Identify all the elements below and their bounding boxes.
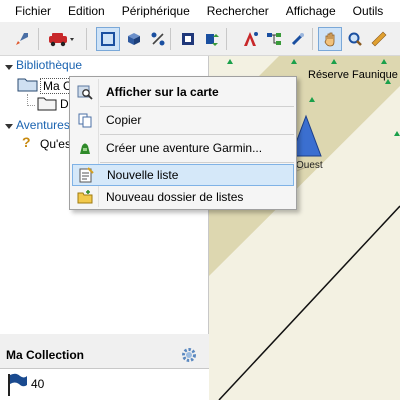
collection-title: Ma Collection	[6, 348, 85, 362]
folder-open-icon	[17, 78, 38, 92]
tree-library-label[interactable]: Bibliothèque	[16, 58, 82, 72]
question-icon: ?	[22, 134, 31, 150]
menu-bar: Fichier Edition Périphérique Rechercher …	[0, 0, 400, 22]
panel-splitter[interactable]	[0, 334, 209, 342]
context-menu: Afficher sur la carte Copier Créer une a…	[69, 76, 297, 210]
percent-icon[interactable]	[146, 27, 170, 51]
menu-item-create-adventure[interactable]: Créer une aventure Garmin...	[72, 137, 294, 159]
map-marker-label: Ouest	[296, 160, 323, 171]
folder-icon	[37, 97, 57, 111]
rocket-icon[interactable]	[10, 27, 34, 51]
menu-item-new-list[interactable]: Nouvelle liste	[72, 164, 294, 186]
vehicle-icon[interactable]	[46, 27, 76, 51]
hand-pan-icon[interactable]	[318, 27, 342, 51]
menu-item-show-on-map[interactable]: Afficher sur la carte	[72, 81, 294, 103]
flag-icon	[8, 373, 27, 396]
pen-route-icon[interactable]	[238, 27, 262, 51]
tree-adventures-label[interactable]: Aventures	[16, 118, 70, 132]
toolbar	[0, 22, 400, 56]
select-area-icon[interactable]	[176, 27, 200, 51]
tree-network-icon[interactable]	[262, 27, 286, 51]
tag-icon[interactable]	[286, 27, 310, 51]
tree-folder-label[interactable]: D	[60, 97, 69, 111]
menu-tools[interactable]: Outils	[344, 0, 392, 22]
copy-icon	[72, 109, 98, 131]
collection-count: 40	[31, 377, 45, 391]
ruler-icon[interactable]	[367, 27, 391, 51]
menu-file[interactable]: Fichier	[0, 0, 59, 22]
menu-search[interactable]: Rechercher	[198, 0, 277, 22]
garmin-adventure-icon	[72, 137, 98, 159]
cube-icon[interactable]	[122, 27, 146, 51]
new-list-icon	[73, 164, 99, 186]
map-place-label: Réserve Faunique I	[308, 69, 400, 81]
menu-view[interactable]: Affichage	[277, 0, 344, 22]
menu-item-copy[interactable]: Copier	[72, 109, 294, 131]
collection-list: 40	[0, 368, 209, 400]
collapse-icon[interactable]	[4, 62, 14, 72]
collection-header: Ma Collection	[0, 342, 209, 368]
collapse-icon[interactable]	[4, 121, 14, 131]
transfer-icon[interactable]	[200, 27, 224, 51]
new-folder-icon	[72, 186, 98, 208]
menu-edit[interactable]: Edition	[59, 0, 113, 22]
menu-item-new-list-folder[interactable]: Nouveau dossier de listes	[72, 186, 294, 208]
rectangle-view-icon[interactable]	[96, 27, 120, 51]
menu-device[interactable]: Périphérique	[113, 0, 198, 22]
map-search-icon	[72, 81, 98, 103]
zoom-icon[interactable]	[343, 27, 367, 51]
gear-icon[interactable]	[181, 347, 197, 363]
tree-question-label[interactable]: Qu'es	[40, 137, 71, 151]
